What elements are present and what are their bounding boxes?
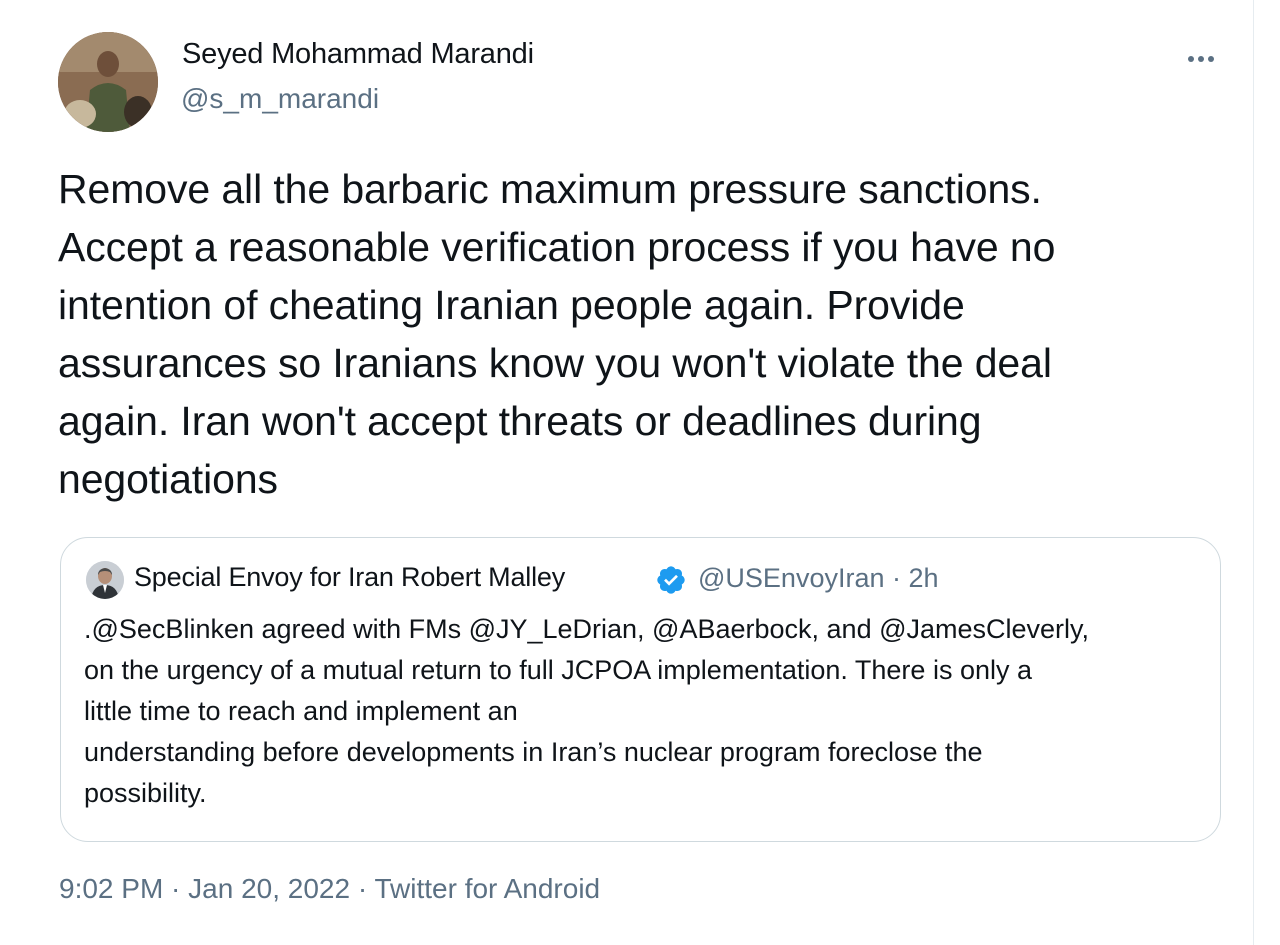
tweet-text-line: intention of cheating Iranian people aga…: [58, 282, 965, 328]
quoted-avatar-photo-icon: [86, 561, 124, 599]
more-horizontal-icon-dot: [1208, 56, 1214, 62]
more-horizontal-icon-dot: [1198, 56, 1204, 62]
tweet-client-link[interactable]: Twitter for Android: [374, 873, 600, 904]
tweet-detail: Seyed Mohammad Marandi @s_m_marandi Remo…: [0, 0, 1254, 945]
avatar-photo-icon: [58, 32, 158, 132]
quoted-author-avatar[interactable]: [86, 561, 124, 599]
tweet-text-line: again. Iran won't accept threats or dead…: [58, 398, 982, 444]
tweet-text-line: assurances so Iranians know you won't vi…: [58, 340, 1052, 386]
quoted-handle-time[interactable]: @USEnvoyIran · 2h: [698, 563, 939, 594]
verified-badge-icon: [657, 566, 685, 594]
tweet-text-line: Remove all the barbaric maximum pressure…: [58, 166, 1042, 212]
quoted-text-line: .@SecBlinken agreed with FMs @JY_LeDrian…: [84, 614, 1090, 644]
tweet-text: Remove all the barbaric maximum pressure…: [58, 160, 1238, 508]
tweet-timestamp-footer: 9:02 PM · Jan 20, 2022 · Twitter for And…: [59, 873, 600, 905]
author-name[interactable]: Seyed Mohammad Marandi: [182, 38, 534, 71]
quoted-text-line: possibility.: [84, 778, 207, 808]
author-handle[interactable]: @s_m_marandi: [181, 83, 379, 115]
quoted-tweet-text: .@SecBlinken agreed with FMs @JY_LeDrian…: [84, 609, 1204, 814]
tweet-text-line: negotiations: [58, 456, 278, 502]
quoted-text-line: little time to reach and implement an: [84, 696, 518, 726]
quoted-author-name[interactable]: Special Envoy for Iran Robert Malley: [134, 562, 565, 593]
more-horizontal-icon: [1188, 56, 1194, 62]
more-options-button[interactable]: [1178, 40, 1224, 78]
tweet-timestamp[interactable]: 9:02 PM · Jan 20, 2022 ·: [59, 873, 374, 904]
author-avatar[interactable]: [58, 32, 158, 132]
tweet-text-line: Accept a reasonable verification process…: [58, 224, 1056, 270]
quoted-text-line: on the urgency of a mutual return to ful…: [84, 655, 1032, 685]
quoted-text-line: understanding before developments in Ira…: [84, 737, 983, 767]
